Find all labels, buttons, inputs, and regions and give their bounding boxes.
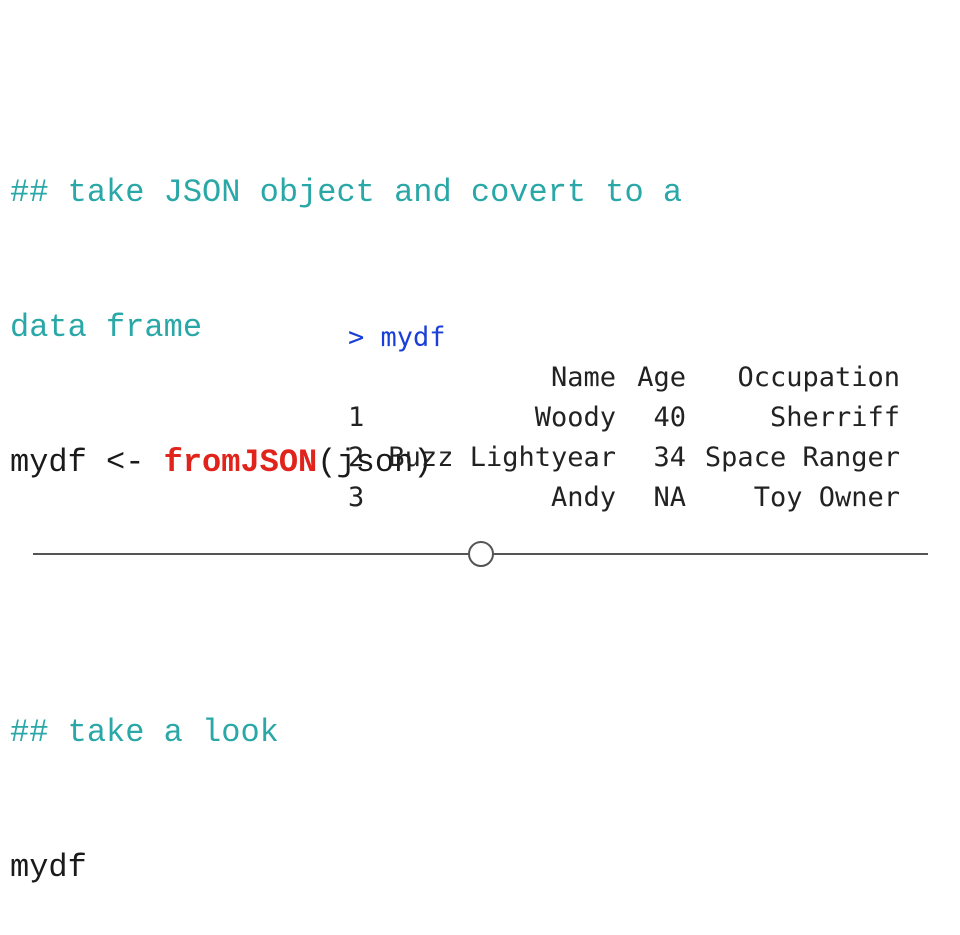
function-name: fromJSON bbox=[163, 444, 318, 481]
code-print-line: mydf bbox=[10, 849, 87, 886]
table-header-row: Name Age Occupation bbox=[348, 358, 900, 398]
cell-occupation: Sherriff bbox=[769, 402, 900, 433]
table-row: 1 Woody 40 Sherriff bbox=[348, 398, 900, 438]
code-comment-line: ## take a look bbox=[10, 714, 279, 751]
cell-name: Woody bbox=[534, 402, 616, 433]
divider-circle-icon bbox=[468, 541, 494, 567]
header-name: Name bbox=[550, 362, 616, 393]
header-age: Age bbox=[637, 362, 686, 393]
cell-age: 40 bbox=[653, 402, 686, 433]
header-occupation: Occupation bbox=[737, 362, 900, 393]
cell-occupation: Toy Owner bbox=[753, 482, 900, 513]
console-prompt: > mydf bbox=[348, 322, 446, 353]
code-comment-line: ## take JSON object and covert to a bbox=[10, 174, 683, 211]
table-row: 2 Buzz Lightyear 34 Space Ranger bbox=[348, 438, 900, 478]
console-output: > mydf Name Age Occupation 1 Woody 40 Sh… bbox=[348, 318, 900, 518]
cell-age: NA bbox=[653, 482, 686, 513]
header-index bbox=[348, 358, 380, 398]
cell-occupation: Space Ranger bbox=[704, 442, 900, 473]
row-index: 2 bbox=[348, 442, 365, 473]
cell-age: 34 bbox=[653, 442, 686, 473]
cell-name: Andy bbox=[550, 482, 616, 513]
assign-prefix: mydf <- bbox=[10, 444, 164, 481]
row-index: 1 bbox=[348, 402, 365, 433]
cell-name: Buzz Lightyear bbox=[388, 442, 616, 473]
row-index: 3 bbox=[348, 482, 365, 513]
table-row: 3 Andy NA Toy Owner bbox=[348, 478, 900, 518]
dataframe-table: Name Age Occupation 1 Woody 40 Sherriff … bbox=[348, 358, 900, 518]
